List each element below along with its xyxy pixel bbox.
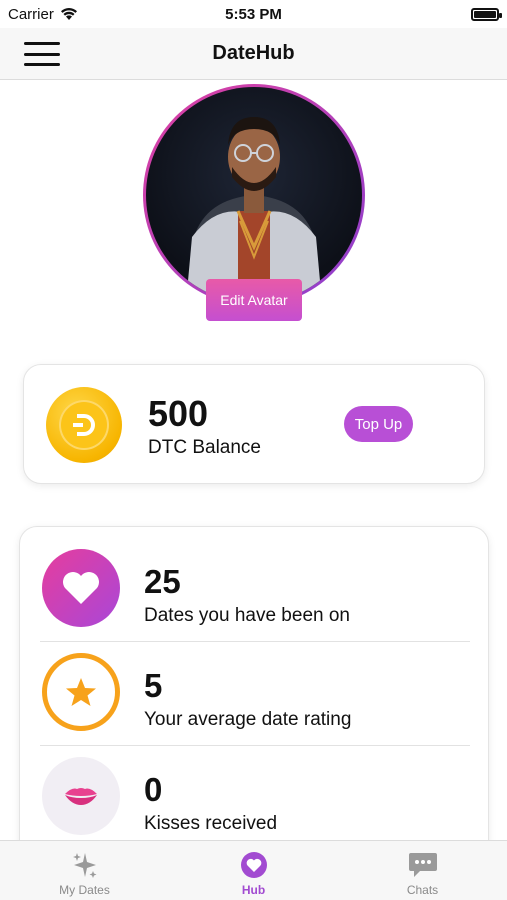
avatar-image	[186, 117, 322, 303]
tab-hub[interactable]: Hub	[169, 841, 338, 900]
tab-my-dates[interactable]: My Dates	[0, 841, 169, 900]
stat-row-dates: 25 Dates you have been on	[20, 527, 490, 631]
balance-value: 500	[148, 393, 209, 434]
avatar	[143, 84, 365, 306]
tab-bar: My Dates Hub Chats	[0, 840, 507, 900]
stat-value: 5	[144, 667, 163, 704]
page-title: DateHub	[212, 42, 295, 64]
tab-label: My Dates	[59, 883, 110, 897]
tab-chats[interactable]: Chats	[338, 841, 507, 900]
menu-button[interactable]	[24, 40, 60, 68]
tab-label: Hub	[241, 883, 266, 897]
stat-value: 0	[144, 771, 163, 808]
chat-icon	[408, 853, 437, 877]
heart-icon	[42, 549, 120, 627]
stat-value: 25	[144, 563, 181, 600]
status-bar: Carrier 5:53 PM	[0, 0, 507, 28]
stat-label: Kisses received	[144, 813, 278, 834]
coin-icon	[46, 387, 122, 463]
wifi-icon	[60, 8, 77, 20]
lips-icon	[42, 757, 120, 835]
battery-icon	[471, 7, 502, 21]
stat-row-kisses: 0 Kisses received	[20, 735, 490, 839]
top-up-button[interactable]: Top Up	[344, 406, 413, 442]
stats-card: 25 Dates you have been on 5 Your average…	[19, 526, 489, 866]
stat-row-rating: 5 Your average date rating	[20, 631, 490, 735]
sparkles-icon	[72, 853, 96, 878]
carrier-label: Carrier	[8, 5, 54, 23]
nav-bar: DateHub	[0, 28, 507, 80]
balance-label: DTC Balance	[148, 437, 261, 458]
hamburger-icon	[24, 42, 60, 45]
heart-icon	[240, 852, 267, 878]
stat-label: Dates you have been on	[144, 605, 350, 626]
balance-card: 500 DTC Balance Top Up	[23, 364, 485, 484]
stat-label: Your average date rating	[144, 709, 352, 730]
edit-avatar-button[interactable]: Edit Avatar	[206, 279, 302, 321]
tab-label: Chats	[406, 883, 439, 897]
star-icon	[42, 653, 120, 731]
